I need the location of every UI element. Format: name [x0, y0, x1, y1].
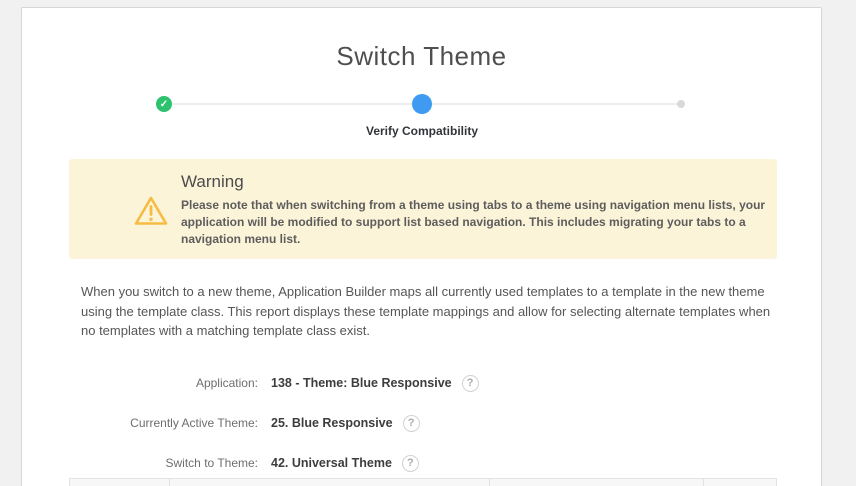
table-header-cell: [490, 479, 704, 486]
help-icon[interactable]: ?: [462, 375, 479, 392]
warning-message: Please note that when switching from a t…: [181, 197, 803, 248]
step-current-marker: [412, 94, 432, 114]
field-label-application: Application:: [42, 376, 258, 390]
field-value-application: 138 - Theme: Blue Responsive: [271, 376, 452, 390]
field-value-current-theme: 25. Blue Responsive: [271, 416, 393, 430]
table-header-cell: [170, 479, 490, 486]
current-step-label: Verify Compatibility: [272, 124, 572, 138]
step-complete-marker: ✓: [156, 96, 172, 112]
table-header-cell: [70, 479, 170, 486]
field-row-current-theme: Currently Active Theme: 25. Blue Respons…: [42, 414, 420, 432]
field-value-switch-to-theme: 42. Universal Theme: [271, 456, 392, 470]
switch-theme-wizard-card: Switch Theme ✓ Verify Compatibility Warn…: [21, 7, 822, 486]
warning-title: Warning: [181, 172, 811, 192]
help-icon[interactable]: ?: [402, 455, 419, 472]
field-label-current-theme: Currently Active Theme:: [42, 416, 258, 430]
table-header-cell: [704, 479, 776, 486]
field-row-switch-to-theme: Switch to Theme: 42. Universal Theme ?: [42, 454, 419, 472]
template-mapping-table-header: [69, 478, 777, 486]
page-title: Switch Theme: [22, 41, 821, 72]
field-row-application: Application: 138 - Theme: Blue Responsiv…: [42, 374, 479, 392]
check-icon: ✓: [160, 99, 168, 110]
step-upcoming-marker: [677, 100, 685, 108]
warning-text-block: Warning Please note that when switching …: [181, 172, 811, 248]
page-background: { "page": { "title": "Switch Theme" }, "…: [0, 0, 856, 486]
warning-triangle-icon: [133, 195, 169, 227]
description-text: When you switch to a new theme, Applicat…: [81, 282, 778, 341]
field-label-switch-to-theme: Switch to Theme:: [42, 456, 258, 470]
help-icon[interactable]: ?: [403, 415, 420, 432]
warning-banner: Warning Please note that when switching …: [69, 159, 777, 259]
